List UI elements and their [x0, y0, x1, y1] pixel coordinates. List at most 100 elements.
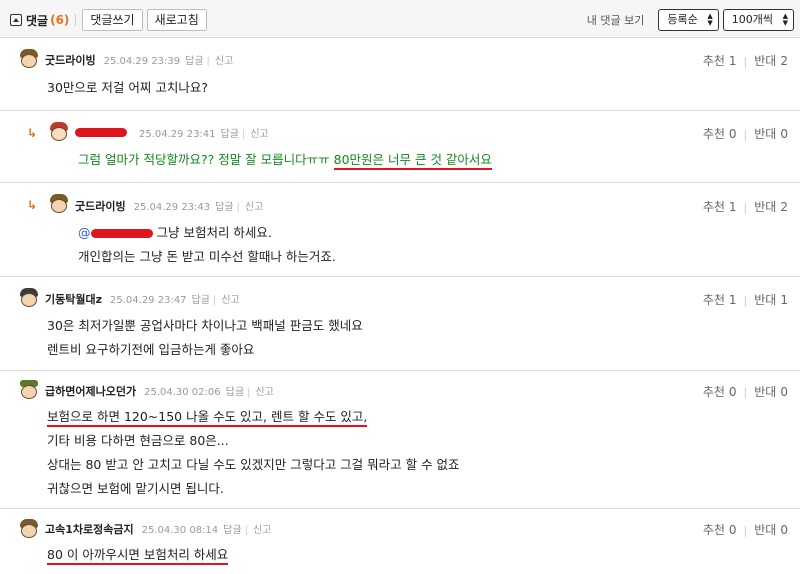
comment-section-title[interactable]: 댓글 [26, 12, 48, 29]
divider: | [236, 202, 240, 213]
reply-link[interactable]: 답글 [223, 521, 241, 536]
comment-author[interactable]: 기동탁월대z [45, 291, 102, 307]
downvote-count: 0 [780, 523, 788, 537]
upvote-button[interactable]: 추천 [703, 291, 725, 308]
downvote-button[interactable]: 반대 [754, 383, 776, 400]
comment-count: (6) [50, 13, 70, 27]
sort-select-value: 등록순 [667, 13, 698, 26]
mention-link[interactable]: @ [78, 225, 91, 240]
divider: | [241, 129, 246, 140]
comment-reply-item: ↳ 굿드라이빙 25.04.29 23:43 답글 | 신고 추천 1 | 반대 2… [0, 183, 800, 277]
divider: | [743, 386, 748, 399]
upvote-button[interactable]: 추천 [703, 52, 725, 69]
my-comments-link[interactable]: 내 댓글 보기 [587, 12, 645, 28]
report-link[interactable]: 신고 [253, 521, 271, 536]
comment-date: 25.04.29 23:39 [103, 56, 181, 67]
downvote-count: 2 [780, 200, 788, 214]
upvote-button[interactable]: 추천 [703, 383, 725, 400]
comment-header: 기동탁월대z 25.04.29 23:47 답글 | 신고 [45, 291, 240, 307]
downvote-count: 2 [780, 54, 788, 68]
user-avatar[interactable] [18, 287, 40, 309]
divider [75, 14, 77, 26]
vote-box: 추천 0 | 반대 0 [703, 521, 788, 538]
user-avatar[interactable] [48, 121, 70, 143]
comment-item: 굿드라이빙 25.04.29 23:39 답글 | 신고 추천 1 | 반대 2 3… [0, 39, 800, 111]
divider: | [206, 56, 210, 67]
downvote-count: 0 [780, 385, 788, 399]
comment-text-line: 기타 비용 다하면 현금으로 80은... [47, 433, 229, 448]
upvote-count: 1 [728, 200, 737, 214]
select-arrows-icon: ▲ ▼ [707, 12, 713, 27]
upvote-count: 1 [728, 54, 737, 68]
reply-link[interactable]: 답글 [185, 52, 203, 67]
downvote-button[interactable]: 반대 [754, 521, 776, 538]
comment-header: 고속1차로정속금지 25.04.30 08:14 답글 | 신고 [45, 521, 271, 537]
comment-text-line: 상대는 80 받고 안 고치고 다닐 수도 있겠지만 그렇다고 그걸 뭐라고 할… [47, 457, 460, 472]
comment-text-part: 그럼 얼마가 적당할까요?? 정말 잘 모릅니다ㅠㅠ [78, 152, 334, 167]
comment-text-line: 30은 최저가일뿐 공업사마다 차이나고 백패널 판금도 했네요 [47, 318, 363, 333]
reply-link[interactable]: 답글 [215, 198, 233, 213]
upvote-count: 0 [728, 127, 737, 141]
vote-box: 추천 0 | 반대 0 [703, 125, 788, 142]
reply-arrow-icon: ↳ [27, 126, 38, 140]
comment-header: 25.04.29 23:41 답글 | 신고 [75, 125, 269, 141]
downvote-button[interactable]: 반대 [754, 125, 776, 142]
highlighted-text: 보험으로 하면 120~150 나올 수도 있고, 렌트 할 수도 있고, [47, 409, 368, 427]
comment-item: 급하면어제나오던가 25.04.30 02:06 답글 | 신고 추천 0 | 반… [0, 371, 800, 509]
toolbar-left: 댓글 (6) 댓글쓰기 새로고침 [10, 9, 211, 31]
write-comment-button[interactable]: 댓글쓰기 [82, 9, 143, 31]
downvote-button[interactable]: 반대 [754, 291, 776, 308]
divider: | [743, 524, 748, 537]
divider: | [743, 294, 748, 307]
report-link[interactable]: 신고 [245, 198, 263, 213]
upvote-button[interactable]: 추천 [703, 125, 725, 142]
user-avatar[interactable] [18, 518, 40, 540]
vote-box: 추천 1 | 반대 2 [703, 52, 788, 69]
comment-text-line: 귀찮으면 보험에 맡기시면 됩니다. [47, 481, 224, 496]
comment-header: 굿드라이빙 25.04.29 23:43 답글 | 신고 [75, 198, 263, 214]
comment-item: 기동탁월대z 25.04.29 23:47 답글 | 신고 추천 1 | 반대 1 … [0, 277, 800, 371]
comment-header: 굿드라이빙 25.04.29 23:39 답글 | 신고 [45, 52, 233, 68]
downvote-button[interactable]: 반대 [754, 52, 776, 69]
comment-author[interactable]: 급하면어제나오던가 [45, 383, 136, 399]
upvote-button[interactable]: 추천 [703, 198, 725, 215]
user-avatar[interactable] [48, 193, 70, 215]
highlighted-text: 80만원은 너무 큰 것 같아서요 [333, 152, 492, 170]
sort-select[interactable]: 등록순 ▲ ▼ [658, 9, 719, 31]
report-link[interactable]: 신고 [221, 291, 239, 306]
reply-link[interactable]: 답글 [192, 291, 210, 306]
upvote-count: 0 [728, 523, 737, 537]
vote-box: 추천 0 | 반대 0 [703, 383, 788, 400]
page-size-select[interactable]: 100개씩 ▲ ▼ [722, 9, 794, 31]
user-avatar[interactable] [18, 379, 40, 401]
divider: | [212, 295, 217, 306]
divider: | [743, 201, 748, 214]
user-avatar[interactable] [18, 48, 40, 70]
comment-author[interactable]: 굿드라이빙 [75, 198, 126, 214]
reply-link[interactable]: 답글 [221, 125, 239, 140]
downvote-count: 1 [780, 293, 788, 307]
comment-author[interactable]: 굿드라이빙 [45, 52, 96, 68]
comment-header: 급하면어제나오던가 25.04.30 02:06 답글 | 신고 [45, 383, 274, 399]
upvote-button[interactable]: 추천 [703, 521, 725, 538]
comment-author[interactable]: 고속1차로정속금지 [45, 521, 134, 537]
comment-date: 25.04.29 23:47 [110, 295, 187, 306]
comment-text-line: 80 이 아까우시면 보험처리 하세요 [47, 544, 229, 565]
comment-date: 25.04.30 08:14 [141, 525, 219, 536]
comment-text-line: 그럼 얼마가 적당할까요?? 정말 잘 모릅니다ㅠㅠ 80만원은 너무 큰 것 … [78, 149, 492, 170]
collapse-icon[interactable] [10, 14, 22, 26]
report-link[interactable]: 신고 [250, 125, 268, 140]
redacted-author [75, 128, 127, 137]
comment-date: 25.04.29 23:41 [139, 129, 216, 140]
downvote-count: 0 [780, 127, 788, 141]
downvote-button[interactable]: 반대 [754, 198, 776, 215]
refresh-button[interactable]: 새로고침 [146, 9, 207, 31]
report-link[interactable]: 신고 [255, 383, 273, 398]
report-link[interactable]: 신고 [215, 52, 233, 67]
reply-link[interactable]: 답글 [226, 383, 244, 398]
upvote-count: 0 [728, 385, 737, 399]
comment-text-line: 30만으로 저걸 어찌 고치나요? [47, 80, 208, 95]
comment-item: 고속1차로정속금지 25.04.30 08:14 답글 | 신고 추천 0 | 반… [0, 509, 800, 574]
comment-reply-item: ↳ 25.04.29 23:41 답글 | 신고 추천 0 | 반대 0 그럼 얼마… [0, 111, 800, 183]
comment-date: 25.04.29 23:43 [133, 202, 211, 213]
